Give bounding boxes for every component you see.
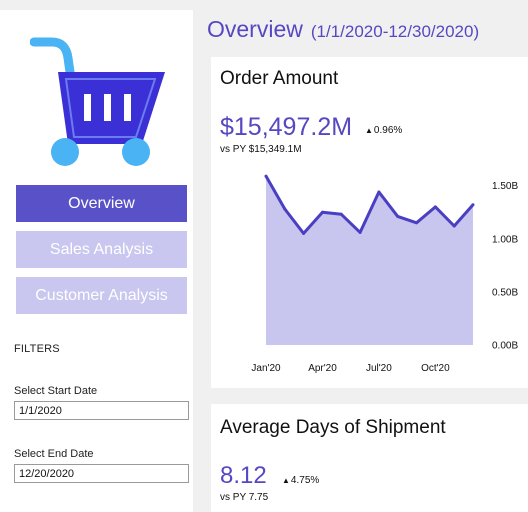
data-point[interactable]: [302, 231, 306, 235]
data-point[interactable]: [321, 210, 324, 214]
sidebar: Overview Sales Analysis Customer Analysi…: [0, 10, 193, 512]
x-tick-label: Oct'20: [421, 363, 450, 374]
data-point[interactable]: [396, 214, 400, 218]
order-amount-card: Order Amount $15,497.2M ▲ 0.96% vs PY $1…: [211, 57, 528, 388]
data-point[interactable]: [358, 230, 362, 234]
shipment-days-card: Average Days of Shipment 8.12 ▲ 4.75% vs…: [211, 404, 528, 512]
data-point[interactable]: [283, 207, 287, 211]
nav-customer-analysis-button[interactable]: Customer Analysis: [16, 277, 187, 314]
start-date-label: Select Start Date: [14, 385, 98, 397]
order-amount-area: [266, 176, 473, 345]
x-tick-label: Jan'20: [251, 363, 281, 374]
data-point[interactable]: [433, 205, 437, 209]
page-header: Overview (1/1/2020-12/30/2020): [207, 16, 479, 43]
data-point[interactable]: [415, 221, 418, 225]
x-tick-label: Jul'20: [366, 363, 392, 374]
data-point[interactable]: [339, 212, 343, 216]
shipment-days-change: ▲ 4.75%: [282, 475, 319, 486]
page-title: Overview: [207, 16, 303, 42]
end-date-input[interactable]: [14, 464, 189, 483]
order-amount-chart: 0.00B 0.50B 1.00B 1.50B Jan'20 Apr'20 Jul'20 Oc…: [251, 174, 518, 374]
data-point[interactable]: [471, 203, 475, 207]
start-date-input[interactable]: [14, 401, 189, 420]
shopping-cart-icon: [30, 37, 165, 166]
end-date-label: Select End Date: [14, 448, 94, 460]
x-tick-label: Apr'20: [308, 363, 337, 374]
y-tick-label: 1.50B: [492, 181, 518, 192]
shipment-days-value: 8.12: [220, 462, 267, 489]
data-point[interactable]: [264, 174, 268, 178]
y-tick-label: 0.50B: [492, 287, 518, 298]
shipment-days-change-text: 4.75%: [290, 475, 320, 486]
nav-overview-button[interactable]: Overview: [16, 185, 187, 222]
filters-title: FILTERS: [14, 343, 60, 355]
date-range-label: (1/1/2020-12/30/2020): [310, 22, 480, 41]
data-point[interactable]: [377, 190, 381, 194]
shipment-days-previous-year: vs PY 7.75: [220, 492, 269, 503]
data-point[interactable]: [452, 224, 456, 228]
y-tick-label: 1.00B: [492, 234, 518, 245]
nav-sales-analysis-button[interactable]: Sales Analysis: [16, 231, 187, 268]
triangle-up-icon: ▲: [282, 476, 290, 485]
shipment-days-title: Average Days of Shipment: [220, 417, 446, 438]
y-tick-label: 0.00B: [492, 341, 518, 352]
